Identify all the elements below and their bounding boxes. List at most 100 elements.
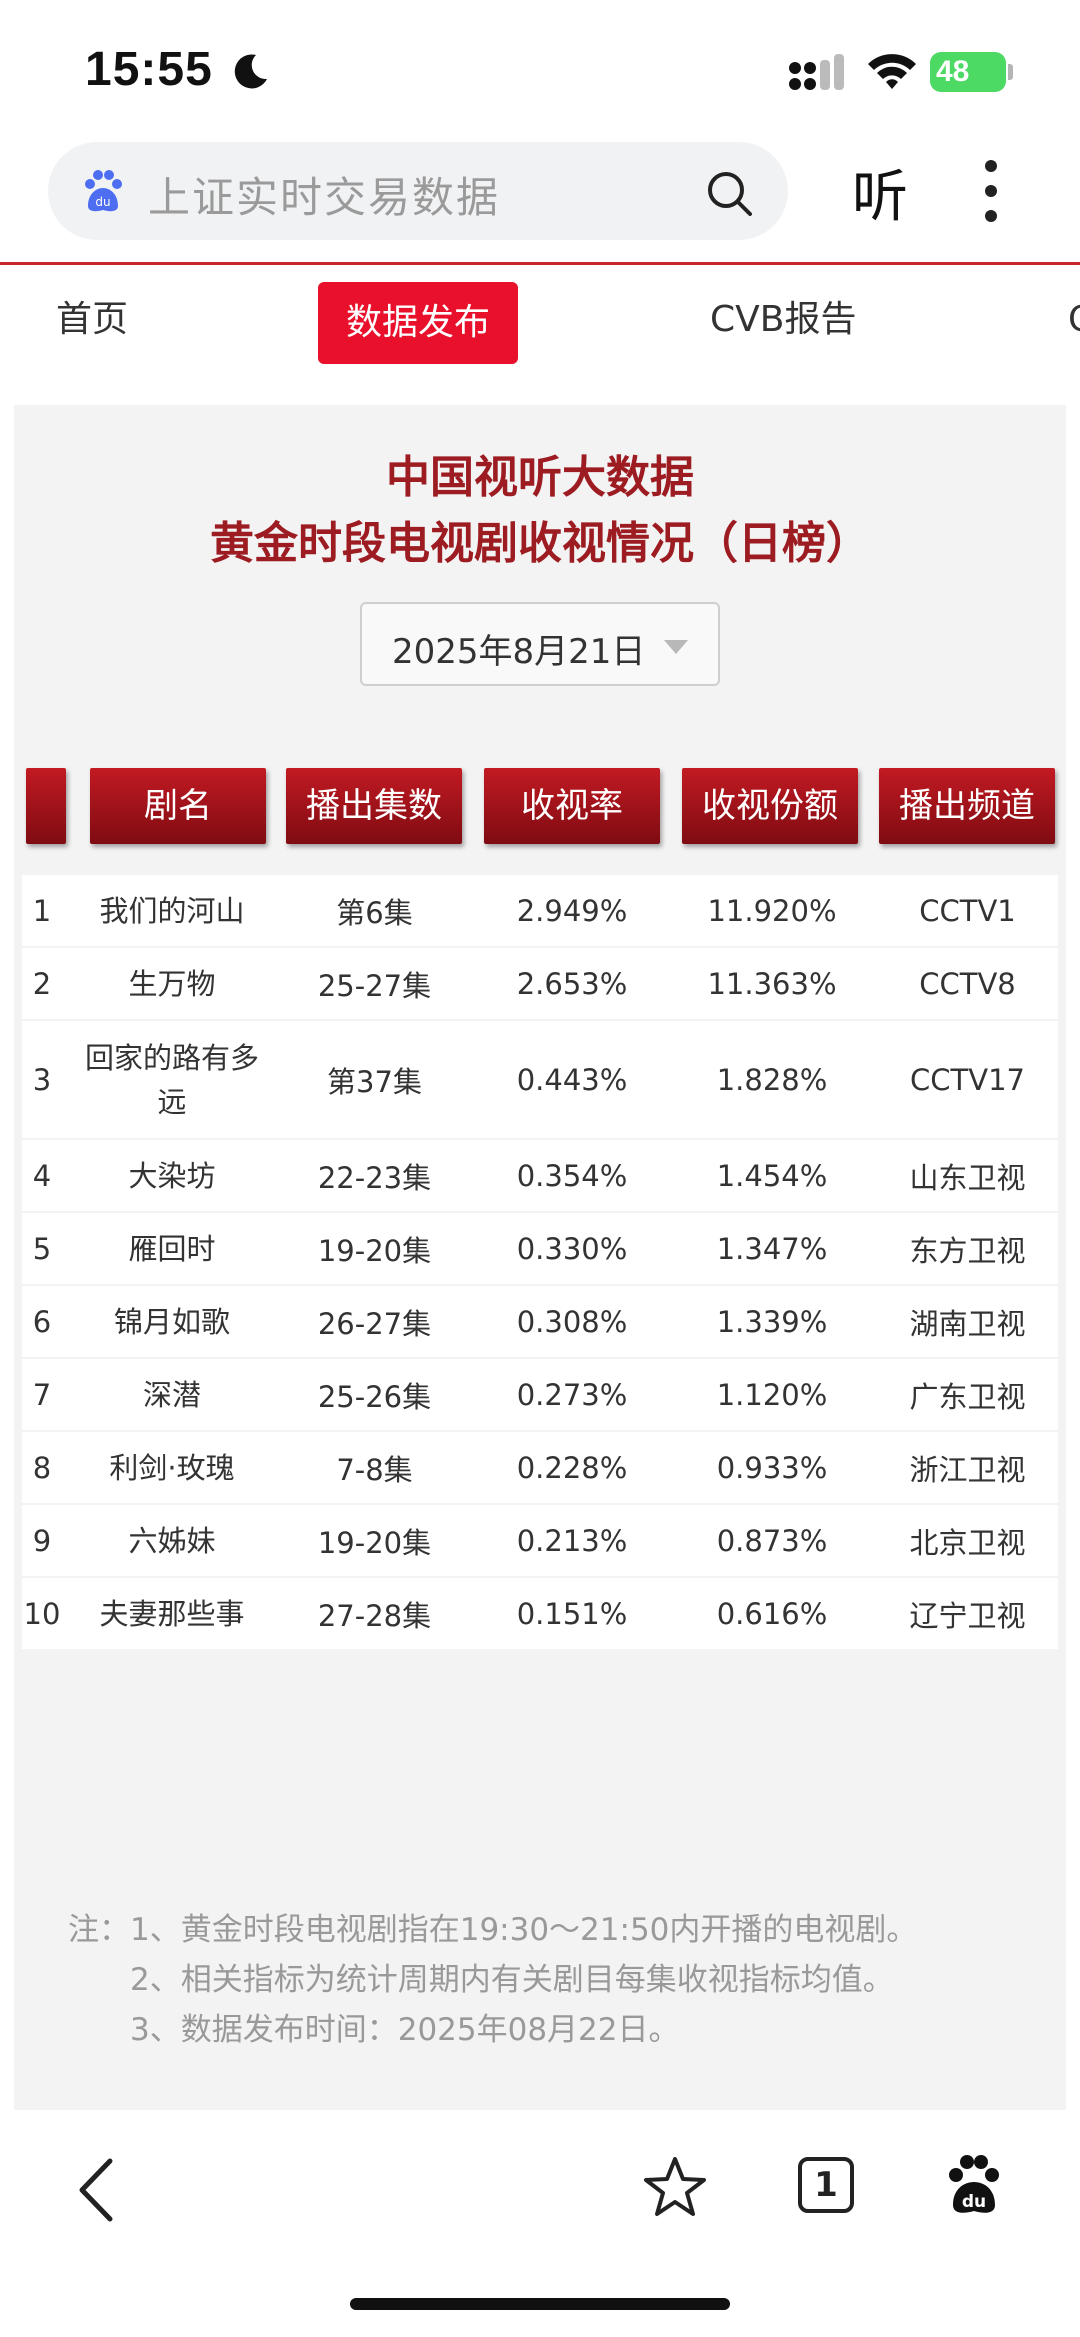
episodes-cell: 19-20集 — [317, 1525, 432, 1560]
signal-icon — [789, 54, 844, 90]
nav-cvb-report[interactable]: CVB报告 — [710, 270, 856, 370]
share-cell: 1.828% — [716, 1062, 828, 1097]
table-row: 3 回家的路有多远 第37集 0.443% 1.828% CCTV17 — [22, 1021, 1058, 1138]
star-icon[interactable] — [642, 2155, 708, 2221]
home-indicator[interactable] — [350, 2298, 730, 2310]
table-row: 8 利剑·玫瑰 7-8集 0.228% 0.933% 浙江卫视 — [22, 1432, 1058, 1503]
table-row: 5 雁回时 19-20集 0.330% 1.347% 东方卫视 — [22, 1213, 1058, 1284]
header-rank — [26, 768, 66, 844]
listen-button[interactable]: 听 — [852, 152, 908, 233]
drama-name-cell: 夫妻那些事 — [99, 1596, 245, 1631]
report-subtitle: 黄金时段电视剧收视情况（日榜） — [210, 518, 870, 569]
episodes-cell: 7-8集 — [336, 1452, 413, 1487]
svg-text:du: du — [95, 195, 110, 209]
episodes-cell: 22-23集 — [317, 1160, 432, 1195]
moon-icon — [234, 54, 267, 89]
header-share: 收视份额 — [682, 768, 858, 844]
table-row: 7 深潜 25-26集 0.273% 1.120% 广东卫视 — [22, 1359, 1058, 1430]
report-panel: 中国视听大数据 黄金时段电视剧收视情况（日榜） 2025年8月21日 剧名 播出… — [14, 405, 1066, 2110]
share-cell: 1.347% — [716, 1231, 828, 1266]
header-divider — [0, 262, 1080, 265]
channel-cell: 湖南卫视 — [909, 1306, 1026, 1341]
rank-cell: 4 — [32, 1158, 52, 1193]
episodes-cell: 25-26集 — [317, 1379, 432, 1414]
share-cell: 1.120% — [716, 1377, 828, 1412]
header-rating: 收视率 — [484, 768, 660, 844]
channel-cell: 山东卫视 — [909, 1160, 1026, 1195]
header-drama-name: 剧名 — [90, 768, 266, 844]
rating-cell: 0.228% — [516, 1450, 628, 1485]
footnotes: 注：1、黄金时段电视剧指在19:30～21:50内开播的电视剧。 2、相关指标为… — [68, 1905, 917, 2055]
drama-name-cell: 深潜 — [142, 1377, 201, 1412]
footnote-3: 3、数据发布时间：2025年08月22日。 — [130, 2012, 680, 2048]
more-vertical-icon[interactable] — [983, 158, 999, 224]
episodes-cell: 第6集 — [336, 895, 413, 930]
rank-cell: 5 — [32, 1231, 52, 1266]
episodes-cell: 27-28集 — [317, 1598, 432, 1633]
table-row: 9 六姊妹 19-20集 0.213% 0.873% 北京卫视 — [22, 1505, 1058, 1576]
status-bar: 15:55 48 — [0, 0, 1080, 140]
drama-name-cell: 生万物 — [128, 966, 216, 1001]
table-row: 6 锦月如歌 26-27集 0.308% 1.339% 湖南卫视 — [22, 1286, 1058, 1357]
drama-name-cell: 六姊妹 — [128, 1523, 216, 1558]
svg-text:du: du — [962, 2192, 986, 2212]
rating-cell: 0.308% — [516, 1304, 628, 1339]
tabs-count-button[interactable]: 1 — [798, 2157, 854, 2213]
episodes-cell: 25-27集 — [317, 968, 432, 1003]
table-row: 1 我们的河山 第6集 2.949% 11.920% CCTV1 — [22, 875, 1058, 946]
channel-cell: 东方卫视 — [909, 1233, 1026, 1268]
rating-cell: 0.354% — [516, 1158, 628, 1193]
nav-data-release[interactable]: 数据发布 — [318, 282, 519, 364]
rating-cell: 0.273% — [516, 1377, 628, 1412]
drama-name-cell: 雁回时 — [128, 1231, 216, 1266]
channel-cell: CCTV1 — [919, 893, 1016, 928]
nav-next-item[interactable]: C — [1068, 270, 1080, 370]
drama-name-cell: 我们的河山 — [99, 893, 245, 928]
drama-name-cell: 利剑·玫瑰 — [109, 1450, 235, 1485]
rank-cell: 7 — [32, 1377, 52, 1412]
wifi-icon — [868, 54, 916, 89]
drama-name-cell: 大染坊 — [128, 1158, 216, 1193]
date-value: 2025年8月21日 — [392, 632, 646, 672]
search-query[interactable]: 上证实时交易数据 — [148, 164, 500, 225]
search-icon[interactable] — [704, 168, 754, 218]
drama-name-cell: 回家的路有多远 — [84, 1040, 259, 1119]
channel-cell: CCTV8 — [919, 966, 1016, 1001]
search-box[interactable]: du 上证实时交易数据 — [48, 142, 788, 240]
channel-cell: 辽宁卫视 — [909, 1598, 1026, 1633]
site-nav: 首页 数据发布 CVB报告 C — [0, 270, 1080, 370]
rank-cell: 10 — [23, 1596, 61, 1631]
battery-tip — [1008, 64, 1013, 80]
table-row: 10 夫妻那些事 27-28集 0.151% 0.616% 辽宁卫视 — [22, 1578, 1058, 1649]
channel-cell: 广东卫视 — [909, 1379, 1026, 1414]
share-cell: 1.454% — [716, 1158, 828, 1193]
rank-cell: 6 — [32, 1304, 52, 1339]
date-dropdown[interactable]: 2025年8月21日 — [360, 602, 720, 686]
share-cell: 11.920% — [707, 893, 837, 928]
baidu-home-icon[interactable]: du — [944, 2153, 1004, 2217]
rank-cell: 1 — [32, 893, 52, 928]
channel-cell: CCTV17 — [910, 1062, 1025, 1097]
baidu-paw-icon: du — [85, 170, 122, 212]
footnote-1: 注：1、黄金时段电视剧指在19:30～21:50内开播的电视剧。 — [68, 1912, 918, 1948]
status-time: 15:55 — [85, 43, 213, 96]
nav-home[interactable]: 首页 — [56, 270, 128, 370]
back-icon[interactable] — [72, 2155, 122, 2225]
rank-cell: 3 — [32, 1062, 52, 1097]
rank-cell: 2 — [32, 966, 52, 1001]
episodes-cell: 19-20集 — [317, 1233, 432, 1268]
rank-cell: 8 — [32, 1450, 52, 1485]
battery-indicator: 48 — [930, 52, 1006, 92]
share-cell: 0.616% — [716, 1596, 828, 1631]
share-cell: 0.873% — [716, 1523, 828, 1558]
rating-cell: 2.949% — [516, 893, 628, 928]
rating-cell: 0.213% — [516, 1523, 628, 1558]
rating-cell: 2.653% — [516, 966, 628, 1001]
share-cell: 0.933% — [716, 1450, 828, 1485]
footnote-2: 2、相关指标为统计周期内有关剧目每集收视指标均值。 — [130, 1962, 894, 1998]
drama-name-cell: 锦月如歌 — [113, 1304, 230, 1339]
rating-cell: 0.443% — [516, 1062, 628, 1097]
channel-cell: 浙江卫视 — [909, 1452, 1026, 1487]
header-channel: 播出频道 — [879, 768, 1055, 844]
share-cell: 11.363% — [707, 966, 837, 1001]
